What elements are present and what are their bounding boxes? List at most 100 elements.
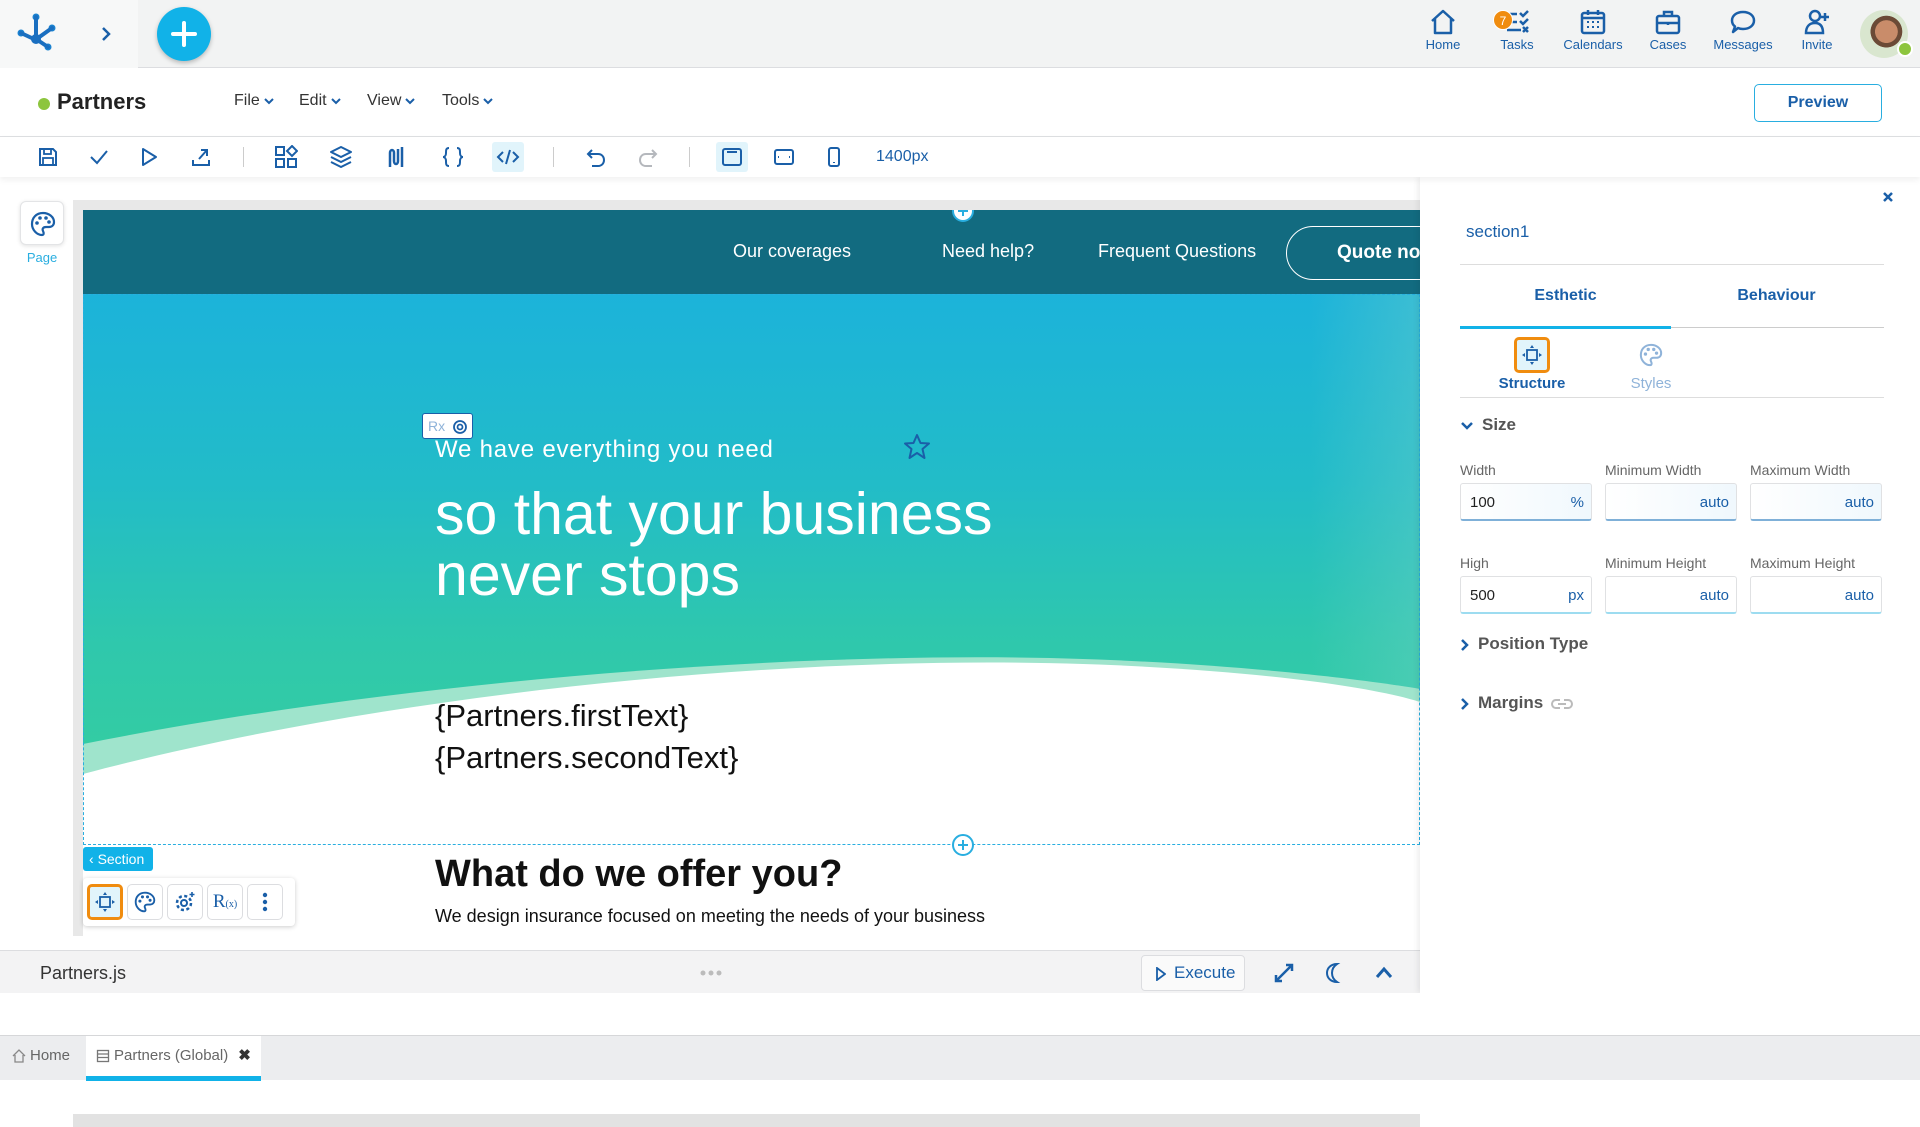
tablet-view-button[interactable] <box>768 142 800 172</box>
export-icon <box>192 149 210 166</box>
chevron-down-icon <box>264 98 274 105</box>
components-button[interactable] <box>270 142 302 172</box>
page-styles-button[interactable] <box>20 201 64 245</box>
max-height-input[interactable]: auto <box>1750 576 1882 614</box>
resize-grip-icon[interactable] <box>700 970 722 976</box>
execute-button[interactable]: Execute <box>1141 955 1245 991</box>
site-nav-bar[interactable]: Our coverages Need help? Frequent Questi… <box>83 210 1420 294</box>
width-input[interactable]: 100% <box>1460 483 1592 521</box>
user-status-indicator <box>1897 41 1913 57</box>
site-link-coverages[interactable]: Our coverages <box>733 241 851 262</box>
height-input[interactable]: 500 px <box>1460 576 1592 614</box>
height-unit-select[interactable]: px <box>1568 587 1584 604</box>
expand-sidebar-button[interactable] <box>94 22 118 46</box>
close-tab-icon[interactable]: ✖ <box>238 1047 251 1064</box>
data-connections-button[interactable] <box>380 142 412 172</box>
max-width-input[interactable]: auto <box>1750 483 1882 521</box>
offer-text[interactable]: We design insurance focused on meeting t… <box>435 906 985 927</box>
offer-title[interactable]: What do we offer you? <box>435 853 842 896</box>
min-width-input[interactable]: auto <box>1605 483 1737 521</box>
nav-invite-label: Invite <box>1801 37 1833 52</box>
tab-esthetic[interactable]: Esthetic <box>1460 287 1671 305</box>
layers-button[interactable] <box>325 142 357 172</box>
max-height-label: Maximum Height <box>1750 555 1856 571</box>
subtab-styles[interactable]: Styles <box>1606 337 1696 392</box>
nav-calendars[interactable]: Calendars <box>1558 8 1628 58</box>
tab-behaviour[interactable]: Behaviour <box>1671 287 1882 305</box>
nav-messages[interactable]: Messages <box>1708 8 1778 58</box>
add-section-below-button[interactable] <box>952 834 974 856</box>
nav-tasks[interactable]: Tasks 7 <box>1491 8 1543 58</box>
dark-mode-icon[interactable] <box>1322 961 1346 985</box>
bottom-tab-home[interactable]: Home <box>12 1036 70 1081</box>
expand-icon[interactable] <box>1272 961 1296 985</box>
viewport-size[interactable]: 1400px <box>876 148 929 166</box>
rx-visibility-badge[interactable]: Rx <box>422 413 473 439</box>
palette-icon <box>134 891 156 913</box>
desktop-icon <box>722 148 742 166</box>
menu-view[interactable]: View <box>367 92 416 110</box>
add-button[interactable] <box>157 7 211 61</box>
script-editor-bar: Partners.js Execute <box>0 950 1420 993</box>
code-button[interactable] <box>492 142 524 172</box>
more-options-button[interactable] <box>247 884 283 920</box>
menu-edit[interactable]: Edit <box>299 92 341 110</box>
save-button[interactable] <box>32 142 64 172</box>
validate-button[interactable] <box>83 142 115 172</box>
close-icon[interactable] <box>1881 190 1895 204</box>
hero-section[interactable]: We have everything you need Rx so that y… <box>83 294 1420 834</box>
width-unit-select[interactable]: % <box>1571 494 1584 511</box>
menu-tools[interactable]: Tools <box>442 92 494 110</box>
design-canvas[interactable]: Our coverages Need help? Frequent Questi… <box>73 200 1420 936</box>
publish-button[interactable] <box>185 142 217 172</box>
min-height-input[interactable]: auto <box>1605 576 1737 614</box>
function-icon: R(x) <box>212 891 238 912</box>
behaviour-tool-button[interactable] <box>167 884 203 920</box>
chevron-down-icon <box>1461 421 1473 430</box>
structure-tool-button[interactable] <box>87 884 123 920</box>
redo-button[interactable] <box>632 142 664 172</box>
hero-subtitle[interactable]: We have everything you need <box>435 436 774 464</box>
chevron-up-icon[interactable] <box>1372 961 1396 985</box>
code-icon <box>496 149 520 165</box>
undo-button[interactable] <box>580 142 612 172</box>
desktop-view-button[interactable] <box>716 142 748 172</box>
first-text-binding[interactable]: {Partners.firstText} <box>435 695 738 737</box>
nav-home-label: Home <box>1425 37 1461 52</box>
site-link-faq[interactable]: Frequent Questions <box>1098 241 1256 262</box>
section-tag-label: Section <box>97 851 145 867</box>
position-type-toggle[interactable]: Position Type <box>1460 634 1588 654</box>
element-name: section1 <box>1466 222 1530 241</box>
bound-text-block[interactable]: {Partners.firstText} {Partners.secondTex… <box>435 695 738 779</box>
site-link-help[interactable]: Need help? <box>942 241 1034 262</box>
json-button[interactable] <box>437 142 469 172</box>
margins-toggle[interactable]: Margins <box>1460 693 1581 713</box>
bottom-tab-partners[interactable]: Partners (Global) ✖ <box>86 1036 261 1081</box>
nav-home[interactable]: Home <box>1418 8 1468 58</box>
subtab-structure[interactable]: Structure <box>1487 337 1577 392</box>
mobile-view-button[interactable] <box>818 142 850 172</box>
section-breadcrumb-tag[interactable]: ‹ Section <box>83 847 153 871</box>
run-button[interactable] <box>133 142 165 172</box>
menu-file[interactable]: File <box>234 92 274 110</box>
second-text-binding[interactable]: {Partners.secondText} <box>435 737 738 779</box>
toolbar-divider <box>689 147 690 167</box>
hero-title[interactable]: so that your business never stops <box>435 484 1135 606</box>
star-icon[interactable] <box>902 432 932 462</box>
nav-invite[interactable]: Invite <box>1792 8 1842 58</box>
styles-tool-button[interactable] <box>127 884 163 920</box>
script-file-name[interactable]: Partners.js <box>40 963 126 984</box>
nav-cases[interactable]: Cases <box>1643 8 1693 58</box>
braces-icon <box>442 147 464 167</box>
expression-tool-button[interactable]: R(x) <box>207 884 243 920</box>
link-icon[interactable] <box>1551 698 1574 710</box>
subtab-styles-icon-box <box>1633 337 1669 373</box>
height-value: 500 <box>1470 587 1496 604</box>
app-logo[interactable] <box>16 12 60 52</box>
tablet-icon <box>774 149 794 165</box>
quote-now-button[interactable]: Quote now <box>1286 226 1420 280</box>
preview-button[interactable]: Preview <box>1754 84 1882 122</box>
redo-icon <box>638 149 658 167</box>
size-section-toggle[interactable]: Size <box>1460 415 1516 435</box>
canvas-scrollbar[interactable] <box>73 1114 1420 1127</box>
